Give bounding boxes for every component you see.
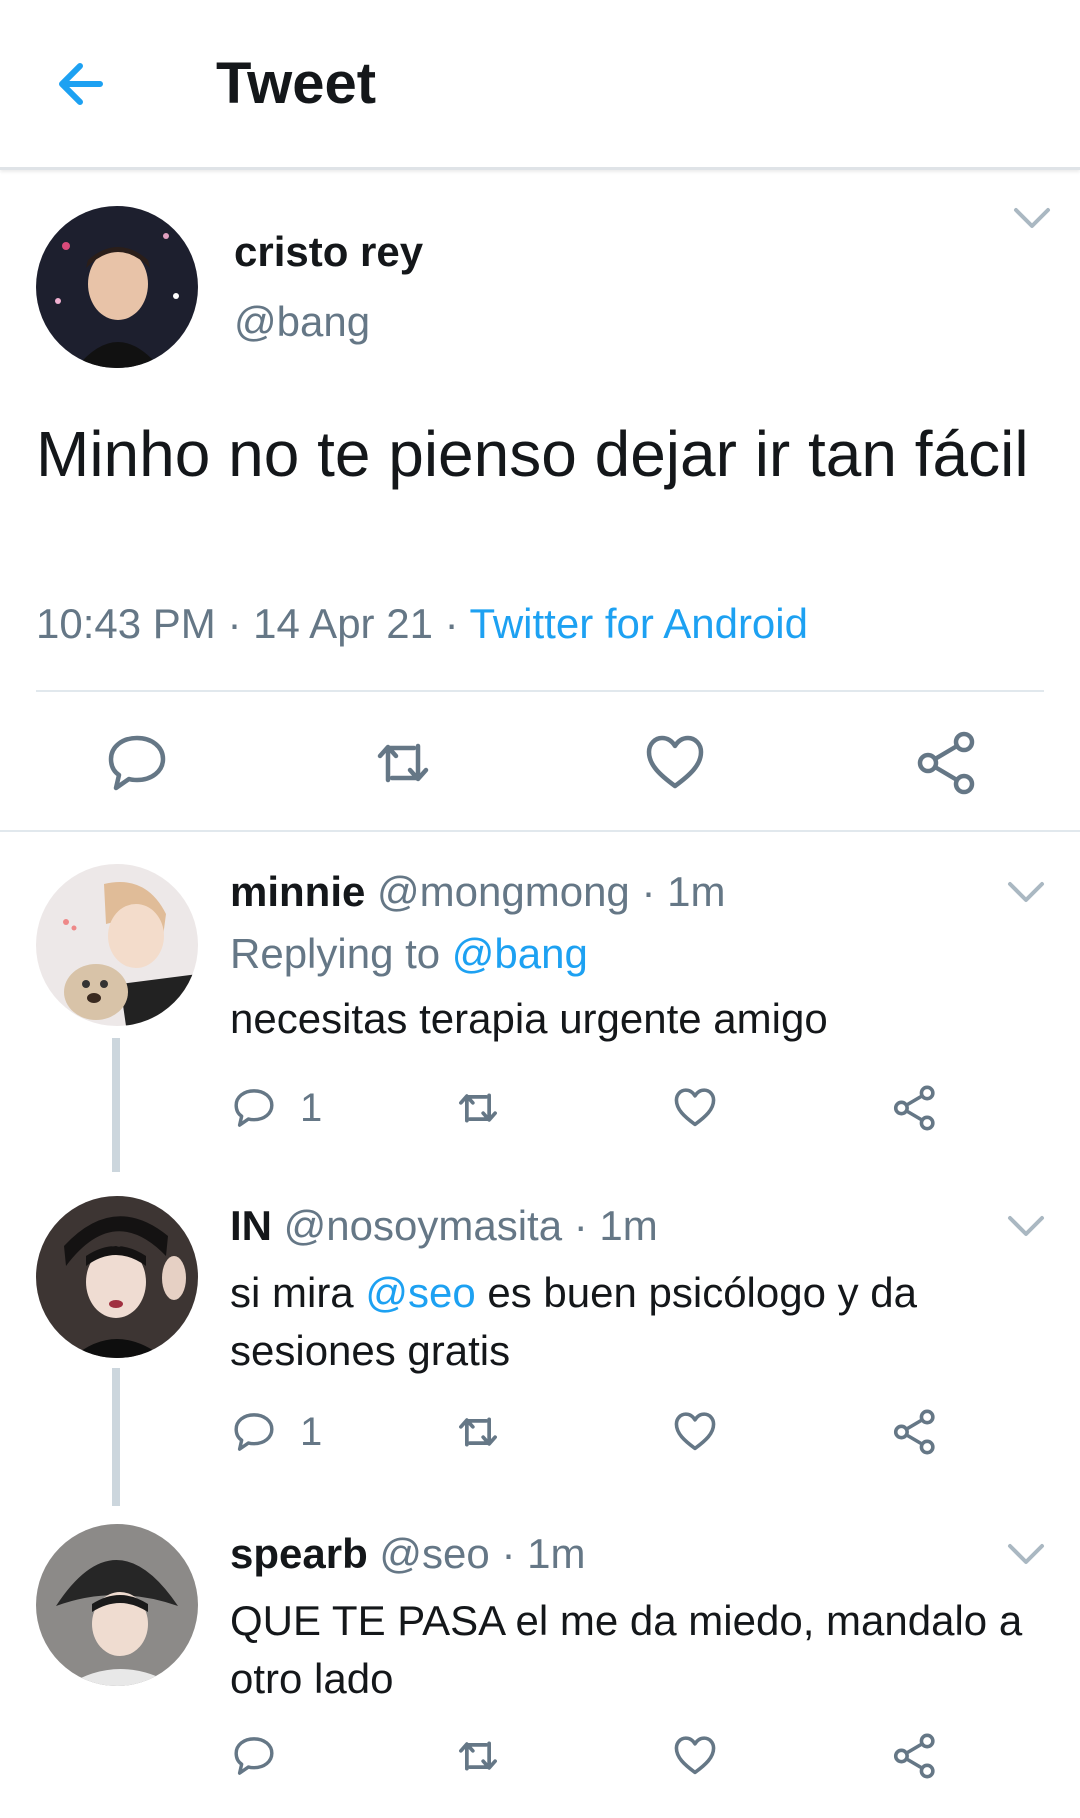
reply-icon[interactable] xyxy=(102,728,172,798)
mention-link[interactable]: @bang xyxy=(452,930,588,977)
separator: · xyxy=(215,600,254,647)
reply-tweet[interactable]: spearb @seo · 1m QUE TE PASA el me da mi… xyxy=(0,1504,1080,1818)
chevron-down-icon[interactable] xyxy=(1012,206,1052,230)
reply-button[interactable]: 1 xyxy=(230,1078,322,1138)
author-name[interactable]: minnie xyxy=(230,868,365,915)
reply-text: QUE TE PASA el me da miedo, mandalo a ot… xyxy=(230,1597,1023,1702)
timestamp: · 1m xyxy=(573,1202,658,1249)
retweet-icon[interactable] xyxy=(452,1726,504,1786)
tweet-actions xyxy=(0,728,1080,808)
tweet-text: Minho no te pienso dejar ir tan fácil xyxy=(36,418,1029,490)
chevron-down-icon[interactable] xyxy=(1006,880,1046,904)
reply-text: necesitas terapia urgente amigo xyxy=(230,995,828,1042)
share-icon[interactable] xyxy=(890,1078,940,1138)
author-name[interactable]: cristo rey xyxy=(234,228,423,276)
tweet-source-link[interactable]: Twitter for Android xyxy=(470,600,808,647)
retweet-icon[interactable] xyxy=(452,1402,504,1462)
author-handle[interactable]: @mongmong xyxy=(377,868,630,915)
separator: · xyxy=(432,600,470,647)
reply-header: spearb @seo · 1m xyxy=(230,1530,585,1578)
page-title: Tweet xyxy=(216,51,377,116)
reply-count: 1 xyxy=(300,1085,323,1130)
share-icon[interactable] xyxy=(890,1402,940,1462)
divider xyxy=(36,690,1044,692)
author-name[interactable]: spearb xyxy=(230,1530,368,1577)
timestamp: · 1m xyxy=(501,1530,586,1577)
avatar[interactable] xyxy=(36,1196,198,1358)
heart-icon[interactable] xyxy=(670,1078,720,1138)
retweet-icon[interactable] xyxy=(452,1078,504,1138)
author-handle[interactable]: @seo xyxy=(379,1530,489,1577)
reply-icon xyxy=(234,1413,274,1451)
chevron-down-icon[interactable] xyxy=(1006,1214,1046,1238)
main-tweet: cristo rey @bang Minho no te pienso deja… xyxy=(0,172,1080,832)
tweet-date: 14 Apr 21 xyxy=(253,600,433,647)
reply-icon[interactable] xyxy=(230,1726,278,1786)
share-icon[interactable] xyxy=(890,1726,940,1786)
top-app-bar: Tweet xyxy=(0,0,1080,170)
avatar[interactable] xyxy=(36,864,198,1026)
reply-header: minnie @mongmong · 1m xyxy=(230,868,725,916)
text-segment: si mira xyxy=(230,1269,366,1316)
heart-icon[interactable] xyxy=(670,1726,720,1786)
replying-label: Replying to xyxy=(230,930,452,977)
reply-header: IN @nosoymasita · 1m xyxy=(230,1202,658,1250)
retweet-icon[interactable] xyxy=(368,728,438,798)
reply-text: si mira @seo es buen psicólogo y da sesi… xyxy=(230,1264,1060,1380)
reply-actions: 1 xyxy=(0,1402,1080,1462)
share-icon[interactable] xyxy=(912,728,982,798)
avatar[interactable] xyxy=(36,206,198,368)
chevron-down-icon[interactable] xyxy=(1006,1542,1046,1566)
back-arrow-icon[interactable] xyxy=(52,58,112,110)
author-name[interactable]: IN xyxy=(230,1202,272,1249)
author-handle[interactable]: @nosoymasita xyxy=(284,1202,562,1249)
timestamp: · 1m xyxy=(641,868,726,915)
avatar[interactable] xyxy=(36,1524,198,1686)
reply-actions xyxy=(0,1726,1080,1786)
author-handle[interactable]: @bang xyxy=(234,298,370,346)
reply-icon xyxy=(234,1089,274,1127)
mention-link[interactable]: @seo xyxy=(365,1269,475,1316)
reply-button[interactable]: 1 xyxy=(230,1402,322,1462)
heart-icon[interactable] xyxy=(640,728,710,798)
tweet-metadata: 10:43 PM · 14 Apr 21 · Twitter for Andro… xyxy=(36,600,808,648)
replying-to: Replying to @bang xyxy=(230,930,588,978)
reply-count: 1 xyxy=(300,1409,323,1454)
reply-actions: 1 xyxy=(0,1078,1080,1138)
reply-tweet[interactable]: IN @nosoymasita · 1m si mira @seo es bue… xyxy=(0,1176,1080,1506)
heart-icon[interactable] xyxy=(670,1402,720,1462)
reply-tweet[interactable]: minnie @mongmong · 1m Replying to @bang … xyxy=(0,842,1080,1172)
tweet-time: 10:43 PM xyxy=(36,600,216,647)
